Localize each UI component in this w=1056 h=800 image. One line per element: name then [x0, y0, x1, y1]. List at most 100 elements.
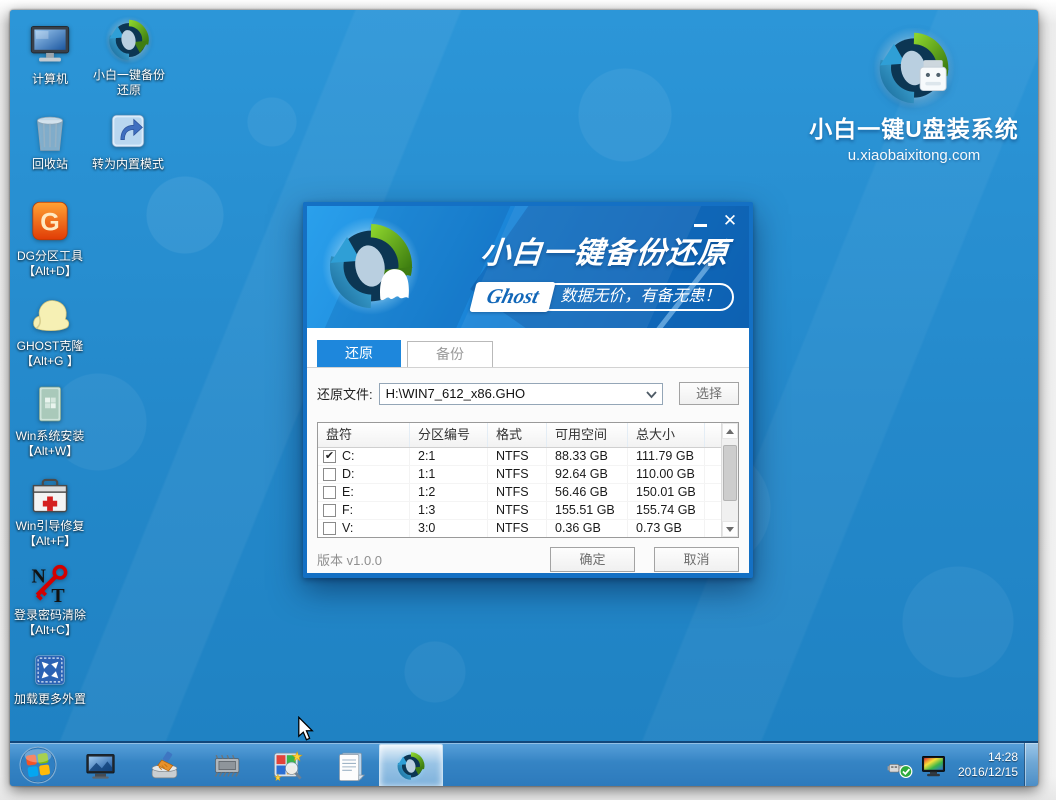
corner-title: 小白一键U盘装系统	[782, 110, 1038, 144]
desktop-icon-label: 转为内置模式	[82, 157, 174, 172]
desktop-icon-load-more[interactable]: 加载更多外置	[10, 651, 96, 707]
tab-restore[interactable]: 还原	[317, 340, 401, 367]
table-row[interactable]: E: 1:2 NTFS 56.46 GB 150.01 GB	[318, 484, 738, 502]
desktop-icon-label: GHOST克隆 【Alt+G 】	[10, 339, 96, 369]
scroll-up-button[interactable]	[722, 423, 738, 439]
cell-total: 111.79 GB	[628, 448, 705, 465]
scroll-down-button[interactable]	[722, 521, 738, 537]
checkbox-unchecked[interactable]	[323, 486, 336, 499]
arrow-up-icon	[726, 429, 734, 434]
arrow-down-icon	[726, 527, 734, 532]
cell-total: 150.01 GB	[628, 484, 705, 501]
desktop-icon-password-clear[interactable]: 登录密码清除 【Alt+C】	[10, 561, 96, 638]
cell-total: 110.00 GB	[628, 466, 705, 483]
cancel-button[interactable]: 取消	[654, 547, 739, 572]
table-row[interactable]: V: 3:0 NTFS 0.36 GB 0.73 GB	[318, 520, 738, 538]
dialog-banner: 小白一键备份还原 Ghost 数据无价，有备无患！ ✕	[307, 206, 749, 328]
slogan-text: 数据无价，有备无患！	[540, 283, 734, 311]
taskbar-active-app-button[interactable]	[379, 744, 443, 786]
col-format[interactable]: 格式	[488, 423, 547, 447]
cell-free: 56.46 GB	[547, 484, 628, 501]
mouse-cursor	[297, 716, 315, 742]
cell-drive: F:	[342, 502, 353, 519]
desktop-icon-xiaobai-backup[interactable]: 小白一键备份 还原	[83, 15, 175, 98]
display-tray-icon[interactable]	[920, 751, 947, 778]
usb-tray-icon[interactable]	[887, 751, 913, 779]
desktop-icon-ghost-clone[interactable]: GHOST克隆 【Alt+G 】	[10, 290, 96, 369]
taskbar-image-tool-icon[interactable]	[271, 749, 304, 782]
table-row[interactable]: D: 1:1 NTFS 92.64 GB 110.00 GB	[318, 466, 738, 484]
desktop-icon-label: 登录密码清除 【Alt+C】	[10, 608, 96, 638]
cell-total: 0.73 GB	[628, 520, 705, 537]
checkbox-unchecked[interactable]	[323, 522, 336, 535]
minimize-button[interactable]	[691, 212, 709, 230]
desktop-icon-label: Win引导修复 【Alt+F】	[10, 519, 96, 549]
restore-file-combobox[interactable]: H:\WIN7_612_x86.GHO	[379, 383, 663, 405]
xiaobai-logo-icon	[394, 749, 428, 783]
xiaobai-logo-icon	[104, 15, 154, 65]
software-box-icon	[27, 382, 73, 426]
checkbox-unchecked[interactable]	[323, 468, 336, 481]
col-free-space[interactable]: 可用空间	[547, 423, 628, 447]
table-row[interactable]: F: 1:3 NTFS 155.51 GB 155.74 GB	[318, 502, 738, 520]
taskbar-desktop-preview-icon[interactable]	[84, 749, 117, 782]
expand-arrows-icon	[31, 651, 69, 689]
system-tray: 14:28 2016/12/15	[887, 743, 1018, 786]
xiaobai-usb-logo-icon	[870, 28, 958, 108]
screen: 计算机 小白一键备份 还原 回收站 转为内置模式 DG分区工具 【Alt+D】 …	[10, 10, 1038, 786]
desktop-icon-dg-partition[interactable]: DG分区工具 【Alt+D】	[10, 196, 96, 279]
tab-strip: 还原 备份	[307, 328, 749, 368]
show-desktop-button[interactable]	[1024, 743, 1038, 786]
cell-free: 0.36 GB	[547, 520, 628, 537]
close-button[interactable]: ✕	[721, 212, 739, 230]
first-aid-kit-icon	[27, 474, 73, 516]
ghost-badge: Ghost	[469, 282, 556, 312]
cell-format: NTFS	[488, 502, 547, 519]
cell-free: 92.64 GB	[547, 466, 628, 483]
partition-table: 盘符 分区编号 格式 可用空间 总大小 ✔C: 2:1 NTFS 88.33 G…	[317, 422, 739, 538]
desktop-icon-label: Win系统安装 【Alt+W】	[10, 429, 96, 459]
desktop-icon-label: DG分区工具 【Alt+D】	[10, 249, 96, 279]
desktop-icon-win-install[interactable]: Win系统安装 【Alt+W】	[10, 382, 96, 459]
cell-drive: D:	[342, 466, 355, 483]
cell-partition: 3:0	[410, 520, 488, 537]
restore-file-label: 还原文件:	[317, 384, 373, 403]
backup-restore-dialog: 小白一键备份还原 Ghost 数据无价，有备无患！ ✕ 还原 备份 还原文件:	[303, 202, 753, 578]
col-drive[interactable]: 盘符	[318, 423, 410, 447]
desktop-icon-label: 小白一键备份 还原	[83, 68, 175, 98]
cell-total: 155.74 GB	[628, 502, 705, 519]
checkbox-unchecked[interactable]	[323, 504, 336, 517]
checkbox-checked[interactable]: ✔	[323, 450, 336, 463]
version-label: 版本 v1.0.0	[317, 550, 382, 569]
desktop[interactable]: 计算机 小白一键备份 还原 回收站 转为内置模式 DG分区工具 【Alt+D】 …	[10, 10, 1038, 741]
taskbar-memory-chip-icon[interactable]	[210, 749, 243, 782]
ghost-slogan-row: Ghost 数据无价，有备无患！	[473, 282, 734, 312]
clock[interactable]: 14:28 2016/12/15	[958, 750, 1018, 780]
restore-file-value: H:\WIN7_612_x86.GHO	[386, 386, 525, 401]
desktop-icon-win-boot-repair[interactable]: Win引导修复 【Alt+F】	[10, 474, 96, 549]
ghost-icon	[25, 290, 75, 336]
table-header: 盘符 分区编号 格式 可用空间 总大小	[318, 423, 738, 448]
taskbar-notepad-icon[interactable]	[334, 749, 367, 782]
cell-drive: V:	[342, 520, 353, 537]
cell-partition: 1:2	[410, 484, 488, 501]
clock-time: 14:28	[958, 750, 1018, 765]
col-partition[interactable]: 分区编号	[410, 423, 488, 447]
desktop-icon-switch-internal[interactable]: 转为内置模式	[82, 108, 174, 172]
taskbar: 14:28 2016/12/15	[10, 741, 1038, 786]
cell-format: NTFS	[488, 466, 547, 483]
scrollbar-thumb[interactable]	[723, 445, 737, 501]
start-button[interactable]	[18, 745, 58, 785]
scrollbar[interactable]	[721, 423, 738, 537]
cell-free: 88.33 GB	[547, 448, 628, 465]
table-row[interactable]: ✔C: 2:1 NTFS 88.33 GB 111.79 GB	[318, 448, 738, 466]
screenshot-root: { "branding": { "corner_title": "小白一键U盘装…	[0, 0, 1056, 800]
taskbar-disk-cleanup-icon[interactable]	[148, 749, 181, 782]
tab-backup[interactable]: 备份	[407, 341, 493, 367]
ok-button[interactable]: 确定	[550, 547, 635, 572]
cell-format: NTFS	[488, 520, 547, 537]
select-button[interactable]: 选择	[679, 382, 739, 405]
computer-icon	[25, 15, 75, 69]
recycle-bin-icon	[25, 106, 75, 154]
col-total-size[interactable]: 总大小	[628, 423, 705, 447]
